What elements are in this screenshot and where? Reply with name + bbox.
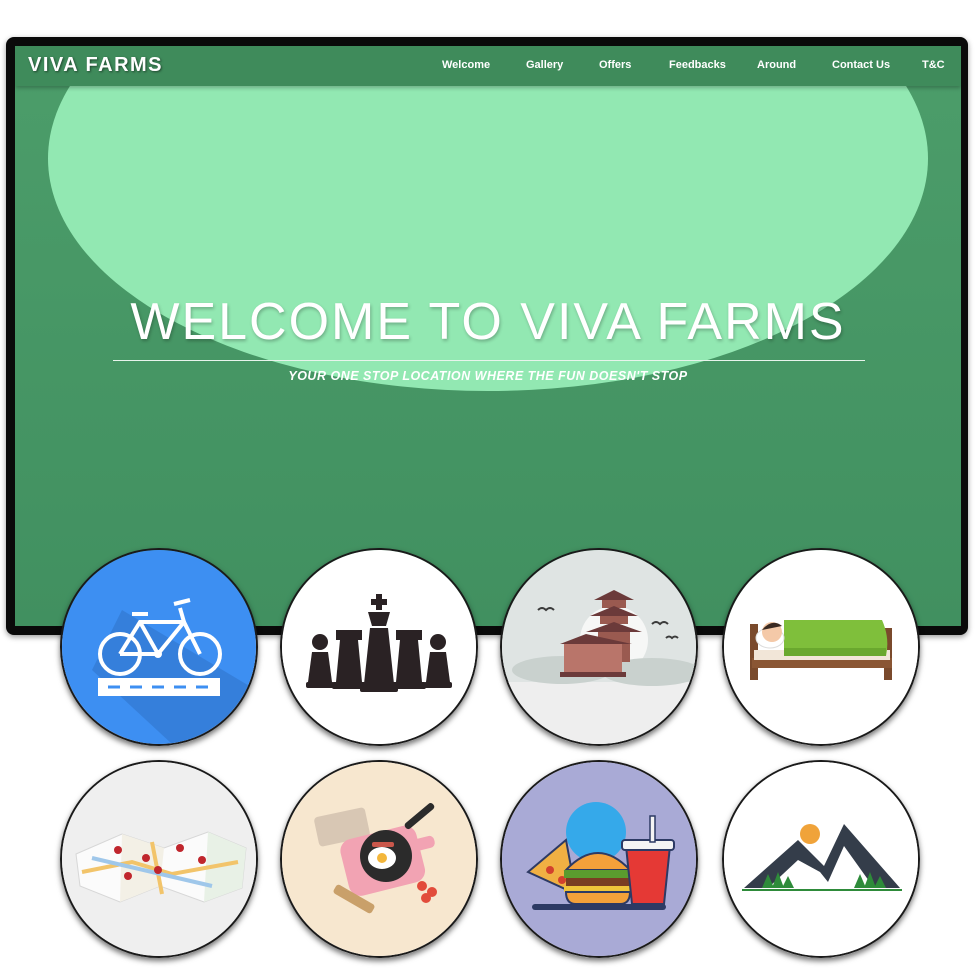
chess-icon (282, 550, 476, 744)
activity-rest[interactable] (722, 548, 920, 746)
nav-around[interactable]: Around (757, 59, 796, 71)
activity-food[interactable] (500, 760, 698, 958)
activity-cooking[interactable] (280, 760, 478, 958)
nav-offers[interactable]: Offers (599, 59, 631, 71)
activity-pagoda[interactable] (500, 548, 698, 746)
nav-gallery[interactable]: Gallery (526, 59, 563, 71)
fast-food-icon (502, 762, 696, 956)
map-icon (62, 762, 256, 956)
nav-terms[interactable]: T&C (922, 59, 945, 71)
mountain-icon (724, 762, 918, 956)
hero-divider (113, 360, 865, 361)
cooking-icon (282, 762, 476, 956)
nav-contact-us[interactable]: Contact Us (832, 59, 890, 71)
sleeping-bed-icon (724, 550, 918, 744)
nav-feedbacks[interactable]: Feedbacks (669, 59, 726, 71)
navbar: VIVA FARMS Welcome Gallery Offers Feedba… (15, 46, 961, 86)
activity-explore[interactable] (60, 760, 258, 958)
activity-hiking[interactable] (722, 760, 920, 958)
hero-subtitle: YOUR ONE STOP LOCATION WHERE THE FUN DOE… (288, 369, 688, 383)
hero-title: WELCOME TO VIVA FARMS (130, 293, 846, 351)
activity-cycling[interactable] (60, 548, 258, 746)
pagoda-icon (502, 550, 696, 744)
nav-welcome[interactable]: Welcome (442, 59, 490, 71)
bicycle-icon (62, 550, 256, 744)
website-screen: VIVA FARMS Welcome Gallery Offers Feedba… (15, 46, 961, 626)
activity-chess[interactable] (280, 548, 478, 746)
brand-logo[interactable]: VIVA FARMS (28, 54, 163, 77)
